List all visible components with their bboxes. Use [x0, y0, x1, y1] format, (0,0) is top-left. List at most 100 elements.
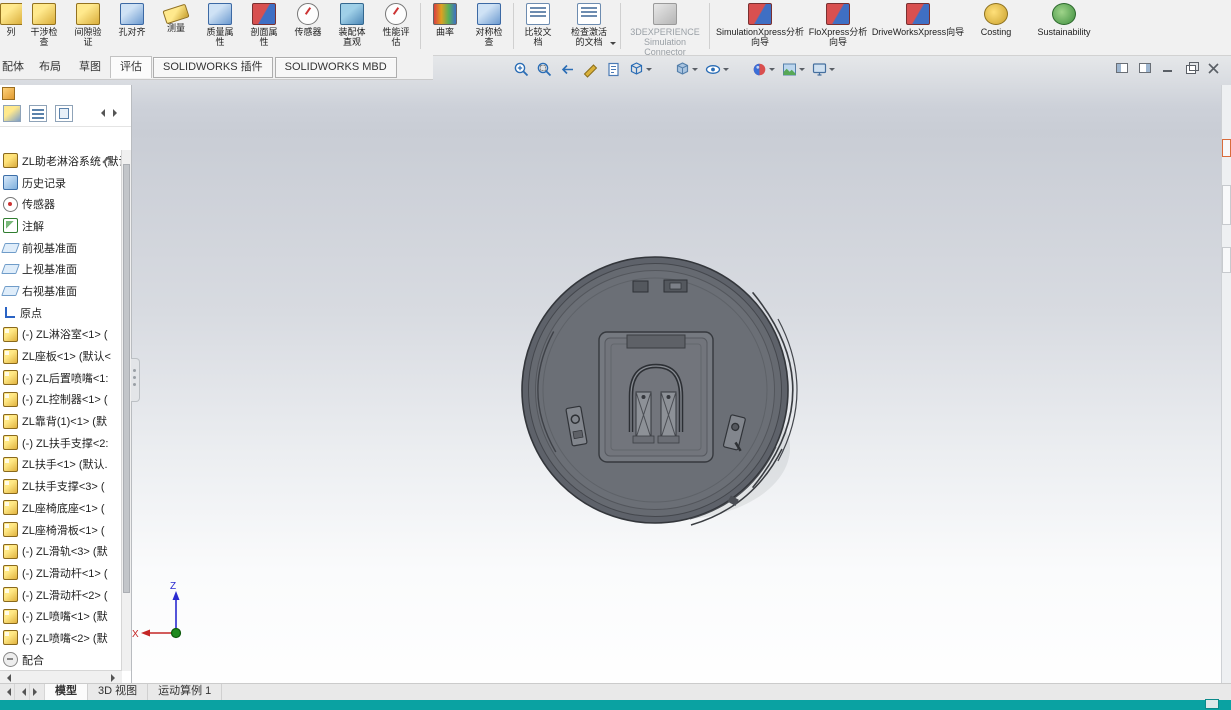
zoom-fit-button[interactable] — [512, 60, 531, 79]
dynamic-annotation-views-button[interactable] — [604, 60, 623, 79]
tree-horizontal-scrollbar[interactable] — [0, 670, 122, 684]
tab-nav-prev-button[interactable] — [15, 684, 30, 700]
part-icon — [3, 456, 18, 472]
ribbon-button-check-active-document[interactable]: 检查激活的文档 — [560, 0, 618, 56]
ribbon-button-performance-evaluation[interactable]: 性能评估 — [374, 0, 418, 56]
tree-item-root[interactable]: ZL助老淋浴系统 (默认 — [0, 150, 122, 172]
tree-item-history[interactable]: 历史记录 — [0, 172, 122, 194]
tab-sketch[interactable]: 草图 — [70, 56, 110, 78]
tree-item-component[interactable]: (-) ZL控制器<1> ( — [0, 389, 122, 411]
ribbon-button-sustainability[interactable]: Sustainability — [1024, 0, 1104, 56]
tree-item-component[interactable]: ZL座椅滑板<1> ( — [0, 519, 122, 541]
ribbon-button-clipped[interactable]: 列 — [0, 0, 22, 56]
scroll-marker[interactable] — [1222, 247, 1231, 273]
tab-assembly[interactable]: 配体 — [0, 56, 30, 78]
tab-evaluate[interactable]: 评估 — [110, 56, 152, 78]
scroll-marker[interactable] — [1222, 185, 1231, 225]
ribbon-button-costing[interactable]: Costing — [968, 0, 1024, 56]
apply-scene-button[interactable] — [780, 60, 806, 79]
tree-item-component[interactable]: ZL座椅底座<1> ( — [0, 497, 122, 519]
part-icon — [3, 630, 18, 646]
close-icon — [1208, 63, 1219, 74]
tree-item-component[interactable]: (-) ZL喷嘴<1> (默 — [0, 605, 122, 627]
ribbon-button-curvature[interactable]: 曲率 — [423, 0, 467, 56]
ribbon-button-measure[interactable]: 测量 — [154, 0, 198, 56]
tree-item-component[interactable]: (-) ZL滑轨<3> (默 — [0, 540, 122, 562]
section-properties-icon — [252, 3, 276, 25]
zoom-area-button[interactable] — [535, 60, 554, 79]
propertymanager-tab-icon[interactable] — [29, 104, 47, 122]
ribbon-button-symmetry-check[interactable]: 对称检查 — [467, 0, 511, 56]
part-icon — [3, 478, 18, 494]
tree-item-front-plane[interactable]: 前视基准面 — [0, 237, 122, 259]
ribbon-button-assembly-visualization[interactable]: 装配体直观 — [330, 0, 374, 56]
scroll-left-icon[interactable] — [3, 673, 11, 682]
view-orientation-button[interactable] — [627, 60, 653, 79]
tab-nav-next-button[interactable] — [30, 684, 45, 700]
tab-nav-first-button[interactable] — [0, 684, 15, 700]
ribbon-button-hole-alignment[interactable]: 孔对齐 — [110, 0, 154, 56]
graphics-viewport[interactable]: Z X — [0, 55, 1231, 700]
section-view-button[interactable] — [581, 60, 600, 79]
tab-layout[interactable]: 布局 — [30, 56, 70, 78]
ribbon-button-interference-check[interactable]: 干涉检查 — [22, 0, 66, 56]
tree-item-sensors[interactable]: 传感器 — [0, 193, 122, 215]
tab-solidworks-mbd[interactable]: SOLIDWORKS MBD — [274, 56, 397, 78]
collapse-pane-right-button[interactable] — [1138, 62, 1152, 74]
tree-item-component[interactable]: (-) ZL扶手支撑<2: — [0, 432, 122, 454]
part-icon — [3, 391, 18, 407]
panel-splitter-grip[interactable] — [131, 358, 140, 402]
scroll-marker[interactable] — [1222, 139, 1231, 157]
ribbon-button-section-properties[interactable]: 剖面属性 — [242, 0, 286, 56]
assembly-icon — [3, 153, 18, 169]
tree-item-component[interactable]: ZL扶手<1> (默认. — [0, 454, 122, 476]
close-button[interactable] — [1207, 62, 1221, 74]
tree-item-component[interactable]: ZL靠背(1)<1> (默 — [0, 410, 122, 432]
tab-model[interactable]: 模型 — [45, 684, 88, 700]
edit-appearance-button[interactable] — [750, 60, 776, 79]
tree-item-component[interactable]: (-) ZL滑动杆<1> ( — [0, 562, 122, 584]
scroll-right-icon[interactable] — [111, 673, 119, 682]
history-folder-icon — [3, 175, 18, 191]
tree-vertical-scrollbar[interactable] — [121, 150, 131, 671]
edit-appearance-icon — [753, 63, 766, 75]
display-style-button[interactable] — [673, 60, 699, 79]
ribbon-button-driveworksxpress-wizard[interactable]: DriveWorksXpress向导 — [868, 0, 968, 56]
panel-pin-icon[interactable] — [2, 87, 15, 100]
panel-scroll-right-icon[interactable] — [113, 109, 121, 117]
scrollbar-thumb[interactable] — [123, 164, 130, 594]
previous-view-button[interactable] — [558, 60, 577, 79]
ribbon-button-sensor[interactable]: 传感器 — [286, 0, 330, 56]
seat-assembly[interactable] — [598, 331, 714, 463]
featuremanager-tree-tab-icon[interactable] — [3, 104, 21, 122]
view-settings-button[interactable] — [810, 60, 836, 79]
minimize-button[interactable] — [1161, 62, 1175, 74]
hide-show-items-button[interactable] — [703, 60, 730, 79]
tree-item-component[interactable]: (-) ZL后置喷嘴<1: — [0, 367, 122, 389]
tree-item-component[interactable]: ZL扶手支撑<3> ( — [0, 475, 122, 497]
tree-item-component[interactable]: ZL座板<1> (默认< — [0, 345, 122, 367]
part-icon — [3, 413, 18, 429]
tree-item-component[interactable]: (-) ZL淋浴室<1> ( — [0, 324, 122, 346]
ribbon-button-mass-properties[interactable]: 质量属性 — [198, 0, 242, 56]
task-pane-edge-scrollbar[interactable] — [1221, 85, 1231, 684]
tab-3d-views[interactable]: 3D 视图 — [88, 684, 149, 700]
tab-motion-study-1[interactable]: 运动算例 1 — [148, 684, 223, 700]
ribbon-button-compare-documents[interactable]: 比较文档 — [516, 0, 560, 56]
collapse-pane-left-button[interactable] — [1115, 62, 1129, 74]
panel-scroll-left-icon[interactable] — [97, 109, 105, 117]
restore-down-button[interactable] — [1184, 62, 1199, 74]
tree-item-mates[interactable]: 配合 — [0, 649, 122, 671]
tab-solidworks-addins[interactable]: SOLIDWORKS 插件 — [153, 56, 273, 78]
tree-item-right-plane[interactable]: 右视基准面 — [0, 280, 122, 302]
configurationmanager-tab-icon[interactable] — [55, 104, 73, 122]
ribbon-button-simulationxpress-wizard[interactable]: SimulationXpress分析向导 — [712, 0, 808, 56]
tree-item-component[interactable]: (-) ZL喷嘴<2> (默 — [0, 627, 122, 649]
ribbon-button-floxpress-wizard[interactable]: FloXpress分析向导 — [808, 0, 868, 56]
tree-item-origin[interactable]: 原点 — [0, 302, 122, 324]
model-canvas[interactable]: Z X — [0, 55, 1231, 710]
tree-item-component[interactable]: (-) ZL滑动杆<2> ( — [0, 584, 122, 606]
tree-item-annotations[interactable]: 注解 — [0, 215, 122, 237]
ribbon-button-clearance-verification[interactable]: 间隙验证 — [66, 0, 110, 56]
tree-item-top-plane[interactable]: 上视基准面 — [0, 258, 122, 280]
